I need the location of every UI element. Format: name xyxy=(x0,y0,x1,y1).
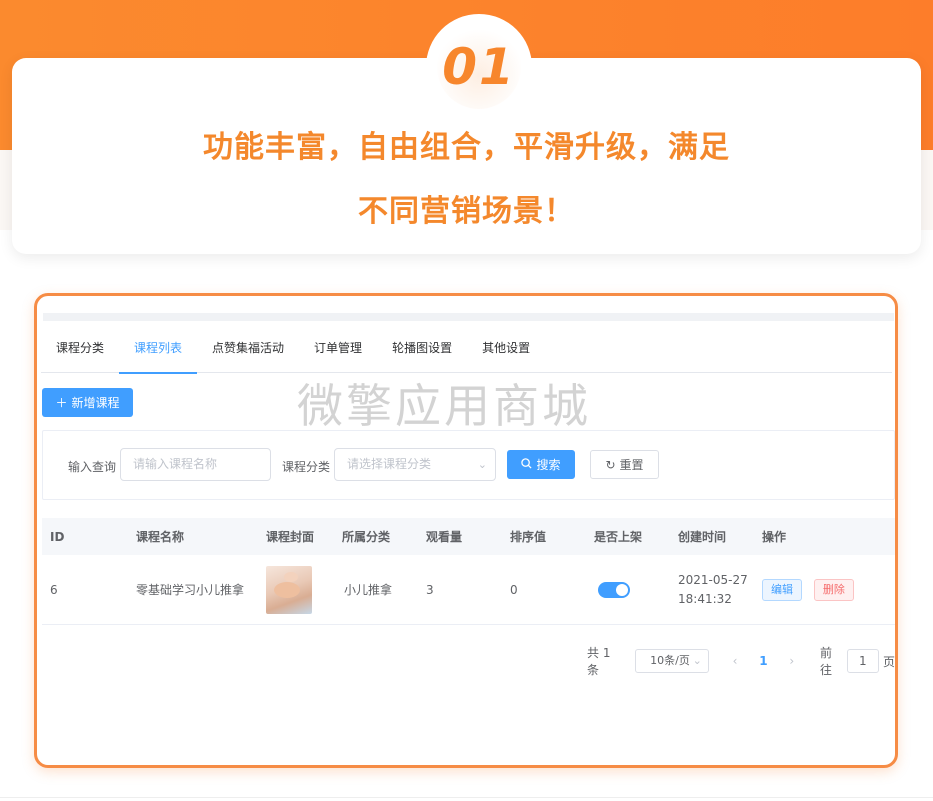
col-sort: 排序值 xyxy=(510,530,547,544)
reset-button[interactable]: ↻ 重置 xyxy=(590,450,659,479)
watermark-text: 微擎应用商城 xyxy=(297,379,591,433)
delete-button[interactable]: 删除 xyxy=(813,578,854,601)
row-cover xyxy=(258,565,334,614)
search-panel: 输入查询 请输入课程名称 课程分类 请选择课程分类 ⌄ 搜索 ↻ 重置 xyxy=(42,430,895,500)
created-date: 2021-05-27 xyxy=(678,572,748,587)
next-page-icon[interactable]: › xyxy=(778,654,806,668)
category-label: 课程分类 xyxy=(282,460,331,474)
row-sort: 0 xyxy=(510,582,518,597)
category-placeholder: 请选择课程分类 xyxy=(347,457,432,471)
tab-course-category[interactable]: 课程分类 xyxy=(41,329,119,373)
course-cover-image xyxy=(266,565,312,614)
search-button[interactable]: 搜索 xyxy=(507,450,575,479)
reset-label: 重置 xyxy=(619,458,644,472)
pagination: 共 1 条 10条/页 ⌄ ‹ 1 › 前往 1 页 xyxy=(587,646,895,677)
top-strip xyxy=(43,313,894,321)
tab-other-settings[interactable]: 其他设置 xyxy=(467,329,545,373)
col-category: 所属分类 xyxy=(342,530,391,544)
chevron-down-icon: ⌄ xyxy=(692,654,702,667)
search-icon xyxy=(521,457,533,472)
tab-bar: 课程分类 课程列表 点赞集福活动 订单管理 轮播图设置 其他设置 xyxy=(41,329,892,374)
col-actions: 操作 xyxy=(762,530,787,544)
plus-icon: ＋ xyxy=(55,396,68,410)
row-on-shelf xyxy=(586,581,670,598)
course-table: ID 课程名称 课程封面 所属分类 观看量 排序值 是否上架 创建时间 操作 6… xyxy=(42,518,895,625)
row-created: 2021-05-27 18:41:32 xyxy=(670,571,754,609)
col-cover: 课程封面 xyxy=(266,530,315,544)
chevron-down-icon: ⌄ xyxy=(477,458,487,471)
goto-page-input[interactable]: 1 xyxy=(846,649,879,673)
row-name: 零基础学习小儿推拿 xyxy=(136,583,245,597)
col-views: 观看量 xyxy=(426,530,463,544)
bottom-divider xyxy=(0,797,933,798)
tab-carousel-settings[interactable]: 轮播图设置 xyxy=(377,329,467,373)
col-created: 创建时间 xyxy=(678,530,727,544)
on-shelf-toggle[interactable] xyxy=(598,581,630,598)
headline-line-1: 功能丰富，自由组合，平滑升级，满足 xyxy=(203,130,730,165)
headline-line-2: 不同营销场景！ xyxy=(358,194,575,229)
number-badge: 01 xyxy=(426,14,532,120)
created-time: 18:41:32 xyxy=(678,591,732,606)
row-id: 6 xyxy=(50,582,58,597)
tab-like-activity[interactable]: 点赞集福活动 xyxy=(197,329,299,373)
table-row: 6 零基础学习小儿推拿 小儿推拿 3 0 2021-05-27 18:41:32… xyxy=(42,555,895,625)
add-course-button[interactable]: ＋ 新增课程 xyxy=(42,388,133,417)
table-header: ID 课程名称 课程封面 所属分类 观看量 排序值 是否上架 创建时间 操作 xyxy=(42,518,895,555)
add-course-label: 新增课程 xyxy=(71,396,120,410)
row-actions: 编辑 删除 xyxy=(754,578,884,601)
search-label: 搜索 xyxy=(536,458,561,472)
tab-order-management[interactable]: 订单管理 xyxy=(299,329,377,373)
query-label: 输入查询 xyxy=(68,460,117,474)
number-badge-inner: 01 xyxy=(437,25,521,109)
col-on-shelf: 是否上架 xyxy=(594,530,643,544)
page-size-value: 10条/页 xyxy=(650,654,690,667)
col-name: 课程名称 xyxy=(136,530,185,544)
prev-page-icon[interactable]: ‹ xyxy=(721,654,749,668)
refresh-icon: ↻ xyxy=(605,457,616,472)
tab-course-list[interactable]: 课程列表 xyxy=(119,329,198,374)
row-category: 小儿推拿 xyxy=(344,583,393,597)
goto-label: 前往 xyxy=(819,646,832,677)
total-count: 共 1 条 xyxy=(587,646,611,677)
badge-number: 01 xyxy=(442,38,516,96)
course-name-input[interactable]: 请输入课程名称 xyxy=(120,448,271,481)
category-select[interactable]: 请选择课程分类 ⌄ xyxy=(334,448,496,481)
page-suffix: 页 xyxy=(882,654,895,669)
app-screenshot-frame: 课程分类 课程列表 点赞集福活动 订单管理 轮播图设置 其他设置 ＋ 新增课程 … xyxy=(34,293,898,768)
page-size-select[interactable]: 10条/页 ⌄ xyxy=(635,649,709,673)
row-views: 3 xyxy=(426,582,434,597)
edit-button[interactable]: 编辑 xyxy=(762,578,802,601)
current-page[interactable]: 1 xyxy=(749,654,777,668)
col-id: ID xyxy=(50,529,65,544)
